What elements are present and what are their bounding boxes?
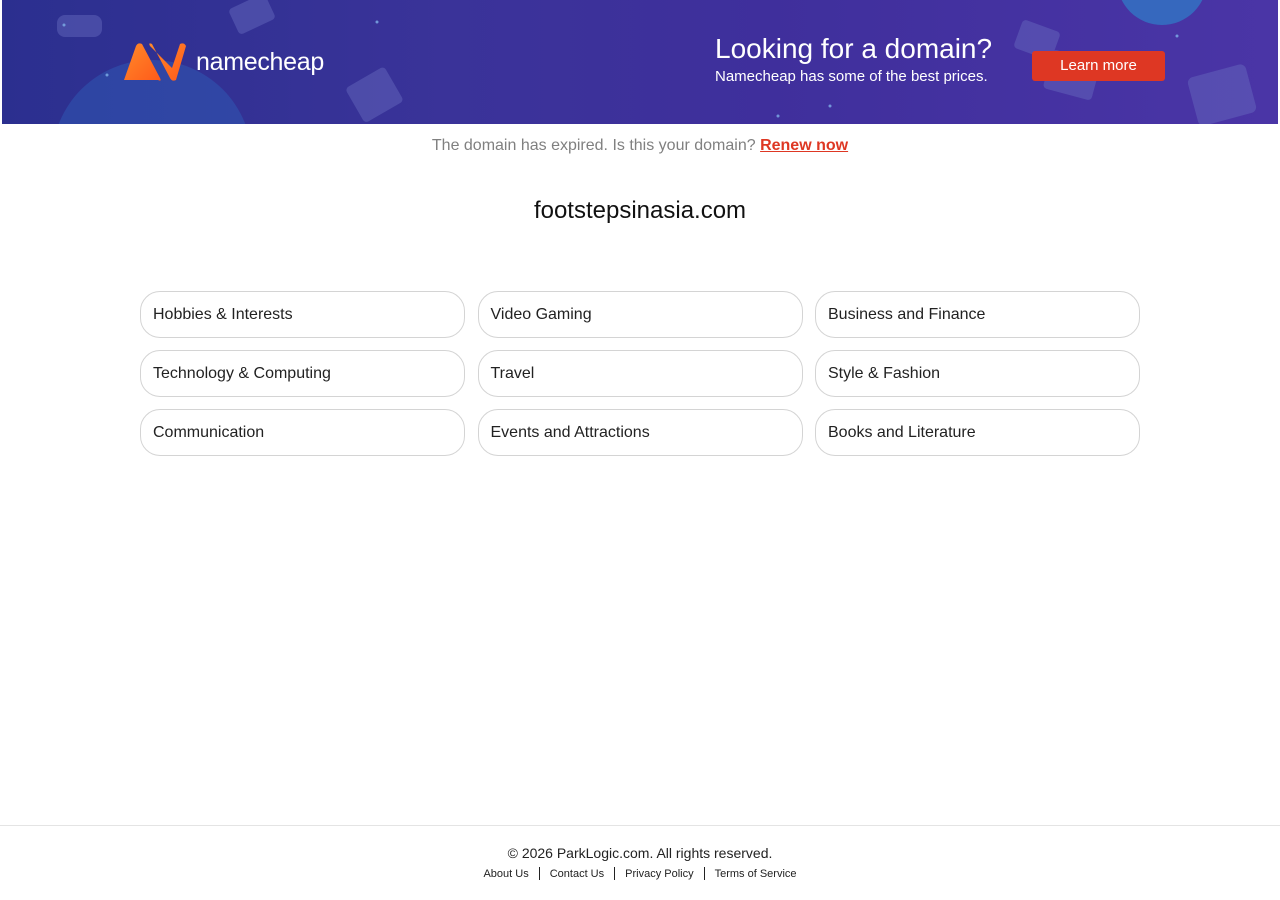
category-link[interactable]: Hobbies & Interests (140, 291, 465, 338)
expired-notice: The domain has expired. Is this your dom… (0, 137, 1280, 155)
copyright-text: © 2026 ParkLogic.com. All rights reserve… (507, 845, 773, 861)
footer: © 2026 ParkLogic.com. All rights reserve… (0, 825, 1280, 900)
learn-more-button[interactable]: Learn more (1032, 51, 1165, 81)
namecheap-logo[interactable]: namecheap (122, 42, 324, 82)
promo-title: Looking for a domain? (715, 33, 993, 64)
promo-subtitle: Namecheap has some of the best prices. (715, 68, 988, 85)
contact-us-link[interactable]: Contact Us (550, 868, 604, 880)
category-link[interactable]: Travel (477, 350, 803, 397)
category-link[interactable]: Communication (140, 409, 465, 456)
category-link[interactable]: Video Gaming (477, 291, 803, 338)
category-link[interactable]: Business and Finance (815, 291, 1140, 338)
promo-banner: namecheap Looking for a domain? Namechea… (2, 0, 1278, 124)
footer-links: About Us Contact Us Privacy Policy Terms… (0, 867, 1280, 880)
category-links: Hobbies & Interests Video Gaming Busines… (140, 291, 1140, 456)
footer-divider (614, 867, 616, 880)
namecheap-n-icon (124, 43, 186, 81)
footer-divider (703, 867, 705, 880)
logo-text: namecheap (196, 47, 324, 76)
terms-of-service-link[interactable]: Terms of Service (715, 868, 797, 880)
about-us-link[interactable]: About Us (483, 868, 528, 880)
category-link[interactable]: Technology & Computing (140, 350, 465, 397)
category-link[interactable]: Books and Literature (815, 409, 1140, 456)
promo-text: Looking for a domain? Namecheap has some… (715, 33, 992, 85)
category-link[interactable]: Style & Fashion (815, 350, 1140, 397)
renew-now-link[interactable]: Renew now (760, 137, 848, 154)
privacy-policy-link[interactable]: Privacy Policy (625, 868, 693, 880)
footer-divider (538, 867, 540, 880)
category-link[interactable]: Events and Attractions (477, 409, 803, 456)
expired-notice-text: The domain has expired. Is this your dom… (431, 137, 756, 154)
domain-name: footstepsinasia.com (533, 197, 747, 224)
